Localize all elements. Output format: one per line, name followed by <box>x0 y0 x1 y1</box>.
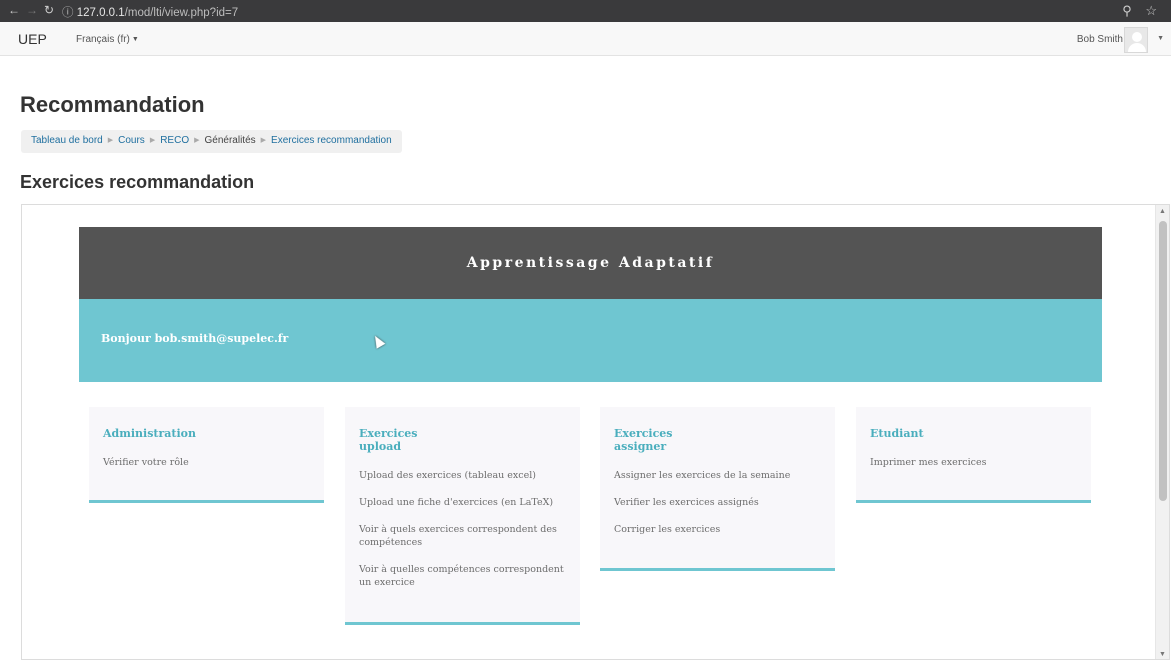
card-link[interactable]: Verifier les exercices assignés <box>614 496 821 509</box>
card-etudiant: Etudiant Imprimer mes exercices <box>856 407 1091 503</box>
card-link[interactable]: Upload une fiche d'exercices (en LaTeX) <box>359 496 566 509</box>
avatar[interactable] <box>1124 27 1148 53</box>
breadcrumb: Tableau de bord ▶ Cours ▶ RECO ▶ Généralités ▶ E… <box>21 130 402 153</box>
section-title: Exercices recommandation <box>20 172 255 192</box>
breadcrumb-course[interactable]: RECO <box>160 135 189 146</box>
card-link[interactable]: Corriger les exercices <box>614 523 821 536</box>
welcome-panel: Bonjour bob.smith@supelec.fr <box>79 299 1102 382</box>
breadcrumb-separator-icon: ▶ <box>194 137 200 144</box>
breadcrumb-courses[interactable]: Cours <box>118 135 145 146</box>
breadcrumb-dashboard[interactable]: Tableau de bord <box>31 135 103 146</box>
browser-toolbar: ← → ↻ ⓘ 127.0.0.1/mod/lti/view.php?id=7 … <box>0 0 1171 22</box>
caret-down-icon[interactable]: ▼ <box>1157 35 1164 42</box>
card-exercices-assigner: Exercices assigner Assigner les exercice… <box>600 407 835 571</box>
card-administration: Administration Vérifier votre rôle <box>89 407 324 503</box>
language-menu[interactable]: Français (fr) ▼ <box>76 34 139 45</box>
reload-icon[interactable]: ↻ <box>44 3 54 17</box>
app-banner: Apprentissage Adaptatif <box>79 227 1102 299</box>
scroll-down-icon[interactable]: ▼ <box>1159 651 1166 658</box>
address-bar[interactable]: ⓘ 127.0.0.1/mod/lti/view.php?id=7 <box>62 4 238 20</box>
frame-scrollbar[interactable]: ▲ ▼ <box>1155 205 1169 659</box>
user-name[interactable]: Bob Smith <box>1077 34 1123 45</box>
card-exercices-upload: Exercices upload Upload des exercices (t… <box>345 407 580 625</box>
card-title: Etudiant <box>870 427 924 440</box>
forward-arrow-icon[interactable]: → <box>26 3 38 17</box>
scroll-up-icon[interactable]: ▲ <box>1159 208 1166 215</box>
breadcrumb-separator-icon: ▶ <box>107 137 114 144</box>
site-brand[interactable]: UEP <box>18 31 47 47</box>
card-link[interactable]: Voir à quels exercices correspondent des… <box>359 523 566 549</box>
card-link[interactable]: Vérifier votre rôle <box>103 456 310 469</box>
lti-frame: Apprentissage Adaptatif Bonjour bob.smit… <box>21 204 1170 660</box>
card-link[interactable]: Upload des exercices (tableau excel) <box>359 469 566 482</box>
back-arrow-icon[interactable]: ← <box>8 3 20 17</box>
page-title: Recommandation <box>20 92 205 117</box>
bookmark-star-icon[interactable]: ☆ <box>1145 3 1157 18</box>
card-link[interactable]: Imprimer mes exercices <box>870 456 1077 469</box>
welcome-text: Bonjour bob.smith@supelec.fr <box>101 332 289 345</box>
breadcrumb-section: Généralités <box>204 135 256 146</box>
scrollbar-thumb[interactable] <box>1159 221 1167 501</box>
breadcrumb-separator-icon: ▶ <box>149 137 156 144</box>
card-link[interactable]: Voir à quelles compétences correspondent… <box>359 563 566 589</box>
card-title: Exercices assigner <box>614 427 673 453</box>
card-link[interactable]: Assigner les exercices de la semaine <box>614 469 821 482</box>
breadcrumb-separator-icon: ▶ <box>260 137 267 144</box>
top-navbar: UEP Français (fr) ▼ Bob Smith <box>0 22 1171 56</box>
zoom-icon[interactable]: ⚲ <box>1122 3 1132 18</box>
breadcrumb-activity[interactable]: Exercices recommandation <box>271 135 392 146</box>
card-title: Exercices upload <box>359 427 418 453</box>
caret-down-icon: ▼ <box>131 35 139 43</box>
card-title: Administration <box>103 427 197 440</box>
